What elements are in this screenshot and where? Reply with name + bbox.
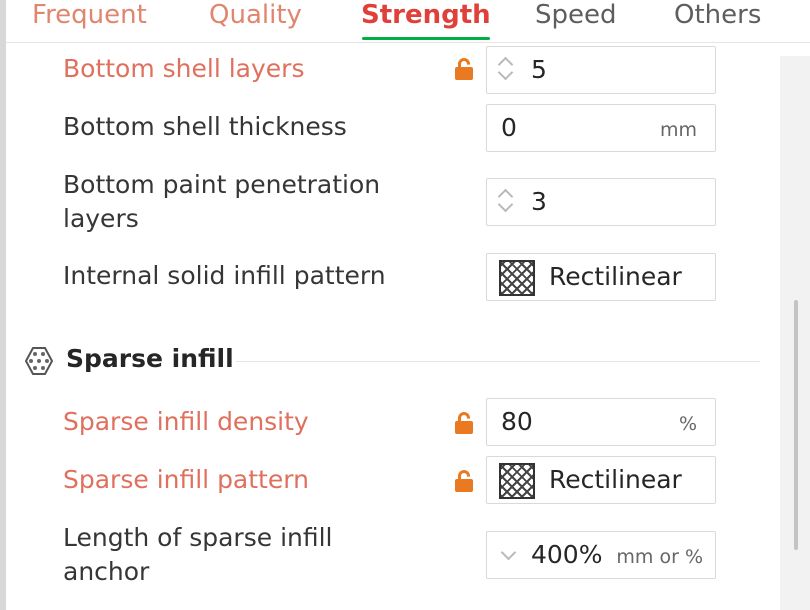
spin-arrows-icon[interactable] <box>495 53 517 87</box>
tab-others[interactable]: Others <box>674 0 761 42</box>
bottom-paint-penetration-label-line2: layers <box>63 204 139 233</box>
sparse-infill-density-input[interactable]: 80 % <box>486 398 716 446</box>
scrollbar-thumb[interactable] <box>794 300 798 550</box>
chevron-down-icon[interactable] <box>500 544 517 561</box>
bottom-shell-thickness-unit: mm <box>659 119 697 141</box>
sparse-infill-anchor-combobox[interactable]: 400% mm or % <box>486 531 716 579</box>
sparse-infill-section-title: Sparse infill <box>66 344 234 373</box>
bottom-shell-layers-label: Bottom shell layers <box>63 54 305 83</box>
tab-frequent[interactable]: Frequent <box>32 0 147 42</box>
bottom-shell-thickness-value: 0 <box>501 113 517 142</box>
panel-left-border <box>0 0 6 610</box>
bottom-paint-penetration-label-line1: Bottom paint penetration <box>63 170 381 199</box>
section-divider <box>236 361 760 362</box>
sparse-infill-anchor-unit: mm or % <box>616 546 703 568</box>
internal-solid-infill-pattern-label: Internal solid infill pattern <box>63 261 386 290</box>
sparse-infill-anchor-label-line1: Length of sparse infill <box>63 523 333 552</box>
sparse-infill-density-value: 80 <box>501 407 533 436</box>
sparse-infill-pattern-select[interactable]: Rectilinear <box>486 456 716 504</box>
unlock-icon[interactable] <box>455 412 475 434</box>
active-tab-underline <box>362 37 490 40</box>
sparse-infill-density-label: Sparse infill density <box>63 407 309 436</box>
header-divider <box>6 42 810 43</box>
bottom-shell-thickness-input[interactable]: 0 mm <box>486 104 716 152</box>
bottom-shell-thickness-label: Bottom shell thickness <box>63 112 347 141</box>
tab-quality[interactable]: Quality <box>209 0 302 42</box>
bottom-shell-layers-input[interactable]: 5 <box>486 46 716 94</box>
bottom-paint-penetration-value: 3 <box>531 187 547 216</box>
internal-solid-infill-pattern-value: Rectilinear <box>549 262 682 291</box>
rectilinear-pattern-icon <box>499 463 535 499</box>
sparse-infill-anchor-value: 400% <box>531 540 603 569</box>
tab-speed[interactable]: Speed <box>535 0 617 42</box>
internal-solid-infill-pattern-select[interactable]: Rectilinear <box>486 253 716 301</box>
sparse-infill-pattern-value: Rectilinear <box>549 465 682 494</box>
sparse-infill-density-unit: % <box>678 413 697 435</box>
bottom-paint-penetration-input[interactable]: 3 <box>486 178 716 226</box>
spin-arrows-icon[interactable] <box>495 185 517 219</box>
rectilinear-pattern-icon <box>499 260 535 296</box>
bottom-shell-layers-value: 5 <box>531 55 547 84</box>
unlock-icon[interactable] <box>455 58 475 80</box>
tab-strength[interactable]: Strength <box>361 0 491 42</box>
sparse-infill-pattern-label: Sparse infill pattern <box>63 465 309 494</box>
settings-tab-bar: Frequent Quality Strength Speed Others <box>6 0 810 42</box>
sparse-infill-icon <box>24 347 54 375</box>
unlock-icon[interactable] <box>455 470 475 492</box>
sparse-infill-anchor-label-line2: anchor <box>63 557 150 586</box>
